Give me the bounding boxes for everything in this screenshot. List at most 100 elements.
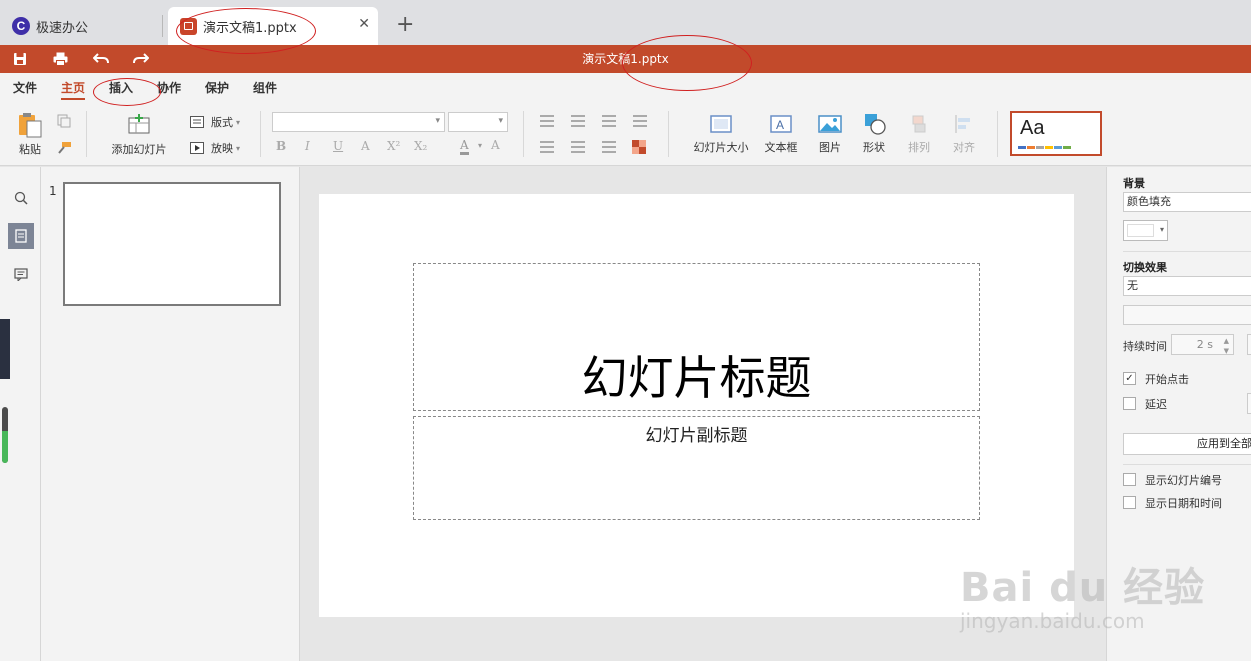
font-size-combo[interactable]: ▾ xyxy=(448,112,508,132)
superscript-icon[interactable]: X² xyxy=(387,139,400,153)
subscript-icon[interactable]: X₂ xyxy=(414,139,427,153)
section-divider xyxy=(1123,464,1251,465)
subtitle-placeholder[interactable]: 幻灯片副标题 xyxy=(413,416,980,520)
redo-icon[interactable] xyxy=(129,45,153,73)
tab-separator xyxy=(162,15,163,37)
left-tool-strip xyxy=(0,167,41,661)
menu-file[interactable]: 文件 xyxy=(13,79,37,96)
image-button[interactable]: 图片 xyxy=(813,115,847,155)
menu-collaborate[interactable]: 协作 xyxy=(157,79,181,96)
bullet-list-icon[interactable] xyxy=(540,115,554,127)
font-name-combo[interactable]: ▾ xyxy=(272,112,445,132)
delay-field[interactable] xyxy=(1247,393,1251,414)
menu-home[interactable]: 主页 xyxy=(61,79,85,96)
ribbon-divider xyxy=(523,111,524,157)
bold-icon[interactable]: B xyxy=(276,139,286,153)
slide[interactable]: 幻灯片标题 幻灯片副标题 xyxy=(319,194,1074,617)
close-icon[interactable]: ✕ xyxy=(358,16,370,32)
stepper-down-icon[interactable]: ▼ xyxy=(1224,342,1229,361)
transition-option-select[interactable] xyxy=(1123,305,1251,325)
duration-extra-field[interactable] xyxy=(1247,334,1251,355)
play-button[interactable]: 放映 ▾ xyxy=(190,140,240,156)
slides-panel-icon[interactable] xyxy=(8,223,34,249)
font-color-dropdown-icon[interactable]: ▾ xyxy=(478,141,482,150)
line-spacing-icon[interactable] xyxy=(602,141,616,153)
tab-document-label: 演示文稿1.pptx xyxy=(203,20,297,36)
duration-stepper[interactable]: 2 s ▲ ▼ xyxy=(1171,334,1234,355)
background-color-picker[interactable]: ▾ xyxy=(1123,220,1168,241)
ribbon-divider xyxy=(997,111,998,157)
start-on-click-checkbox[interactable]: ✓ xyxy=(1123,372,1136,385)
duration-value: 2 s xyxy=(1196,338,1213,351)
ribbon-divider xyxy=(86,111,87,157)
volume-level xyxy=(2,407,8,463)
color-fill-icon[interactable] xyxy=(632,140,646,154)
align-left-icon[interactable] xyxy=(540,141,554,153)
decrease-indent-icon[interactable] xyxy=(602,115,616,127)
add-slide-button[interactable]: 添加幻灯片 xyxy=(104,113,174,157)
shape-button[interactable]: 形状 xyxy=(857,113,891,155)
slide-thumbnail-number: 1 xyxy=(49,184,57,198)
align-button[interactable]: 对齐 xyxy=(947,115,981,155)
layout-button[interactable]: 版式 ▾ xyxy=(190,114,240,130)
paste-label: 粘贴 xyxy=(19,143,41,156)
background-fill-select[interactable]: 颜色填充 xyxy=(1123,192,1251,212)
active-menu-indicator xyxy=(61,98,85,100)
menu-bar: 文件 主页 插入 协作 保护 组件 xyxy=(0,73,1251,101)
slide-size-icon xyxy=(710,115,732,133)
transition-select[interactable]: 无 xyxy=(1123,276,1251,296)
ribbon-divider xyxy=(260,111,261,157)
tab-home[interactable]: C 极速办公 xyxy=(0,7,160,45)
layout-dropdown-icon: ▾ xyxy=(236,117,241,127)
audio-meter xyxy=(0,319,10,379)
print-icon[interactable] xyxy=(48,45,72,73)
italic-icon[interactable]: I xyxy=(305,139,310,153)
slide-thumbnail-panel: 1 xyxy=(41,167,300,661)
tab-document[interactable]: 演示文稿1.pptx ✕ xyxy=(168,7,378,45)
transition-label: 切换效果 xyxy=(1123,261,1167,274)
apply-to-all-button[interactable]: 应用到全部 xyxy=(1123,433,1251,455)
save-icon[interactable] xyxy=(8,45,32,73)
svg-text:A: A xyxy=(776,118,784,132)
presentation-file-icon xyxy=(180,17,197,35)
font-color-icon[interactable]: A xyxy=(460,138,469,155)
theme-preview[interactable]: Aa xyxy=(1010,111,1102,156)
underline-icon[interactable]: U xyxy=(333,139,343,153)
menu-protect[interactable]: 保护 xyxy=(205,79,229,96)
format-painter-icon[interactable] xyxy=(56,141,72,155)
show-datetime-checkbox[interactable] xyxy=(1123,496,1136,509)
comment-icon[interactable] xyxy=(8,261,34,287)
slide-size-label: 幻灯片大小 xyxy=(693,141,749,154)
duration-label: 持续时间 xyxy=(1123,340,1167,353)
paste-button[interactable]: 粘贴 xyxy=(14,111,46,157)
slide-size-button[interactable]: 幻灯片大小 xyxy=(686,115,756,155)
watermark-main: Bai du 经验 xyxy=(960,565,1206,611)
menu-components[interactable]: 组件 xyxy=(253,79,277,96)
delay-checkbox[interactable] xyxy=(1123,397,1136,410)
slide-title: 幻灯片标题 xyxy=(581,351,812,405)
theme-color-strip xyxy=(1018,146,1071,149)
tab-home-label: 极速办公 xyxy=(36,20,89,36)
start-on-click-label: 开始点击 xyxy=(1145,373,1189,386)
new-tab-button[interactable]: + xyxy=(396,10,414,40)
add-slide-label: 添加幻灯片 xyxy=(111,143,167,156)
background-label: 背景 xyxy=(1123,177,1145,190)
title-placeholder[interactable]: 幻灯片标题 xyxy=(413,263,980,411)
increase-indent-icon[interactable] xyxy=(633,115,647,127)
strikethrough-icon[interactable]: A xyxy=(361,139,370,153)
search-icon[interactable] xyxy=(8,185,34,211)
undo-icon[interactable] xyxy=(89,45,113,73)
shape-label: 形状 xyxy=(863,141,885,154)
arrange-button[interactable]: 排列 xyxy=(902,115,936,155)
numbered-list-icon[interactable] xyxy=(571,115,585,127)
play-dropdown-icon: ▾ xyxy=(236,143,241,153)
layout-label: 版式 xyxy=(211,116,233,129)
highlight-icon[interactable]: A xyxy=(491,138,500,152)
align-center-icon[interactable] xyxy=(571,141,585,153)
copy-icon[interactable] xyxy=(57,114,71,128)
menu-insert[interactable]: 插入 xyxy=(109,79,133,96)
paste-icon xyxy=(19,113,42,138)
slide-thumbnail[interactable] xyxy=(63,182,281,306)
textbox-button[interactable]: A 文本框 xyxy=(764,115,798,155)
show-slide-number-checkbox[interactable] xyxy=(1123,473,1136,486)
